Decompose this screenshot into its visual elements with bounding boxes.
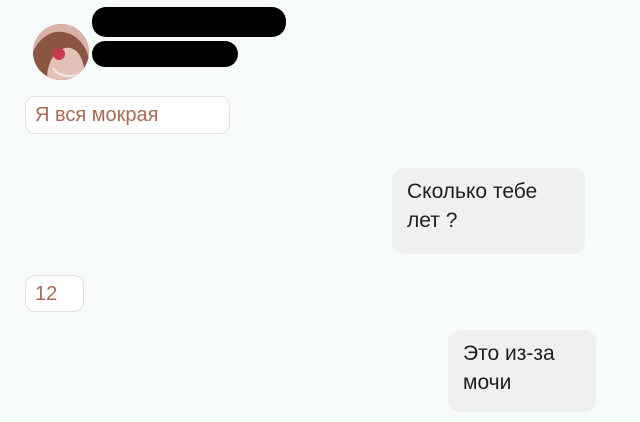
outgoing-message-bubble[interactable]: Это из-за мочи [448,330,596,412]
incoming-message-bubble[interactable]: 12 [25,275,84,312]
avatar[interactable] [33,24,89,80]
contact-name-redaction [92,7,286,37]
contact-status-redaction [92,41,238,67]
chat-window: Я вся мокрая Сколько тебе лет ? 12 Это и… [0,0,640,422]
profile-photo-icon [33,24,89,80]
outgoing-message-bubble[interactable]: Сколько тебе лет ? [392,168,585,254]
incoming-message-bubble[interactable]: Я вся мокрая [25,96,230,134]
